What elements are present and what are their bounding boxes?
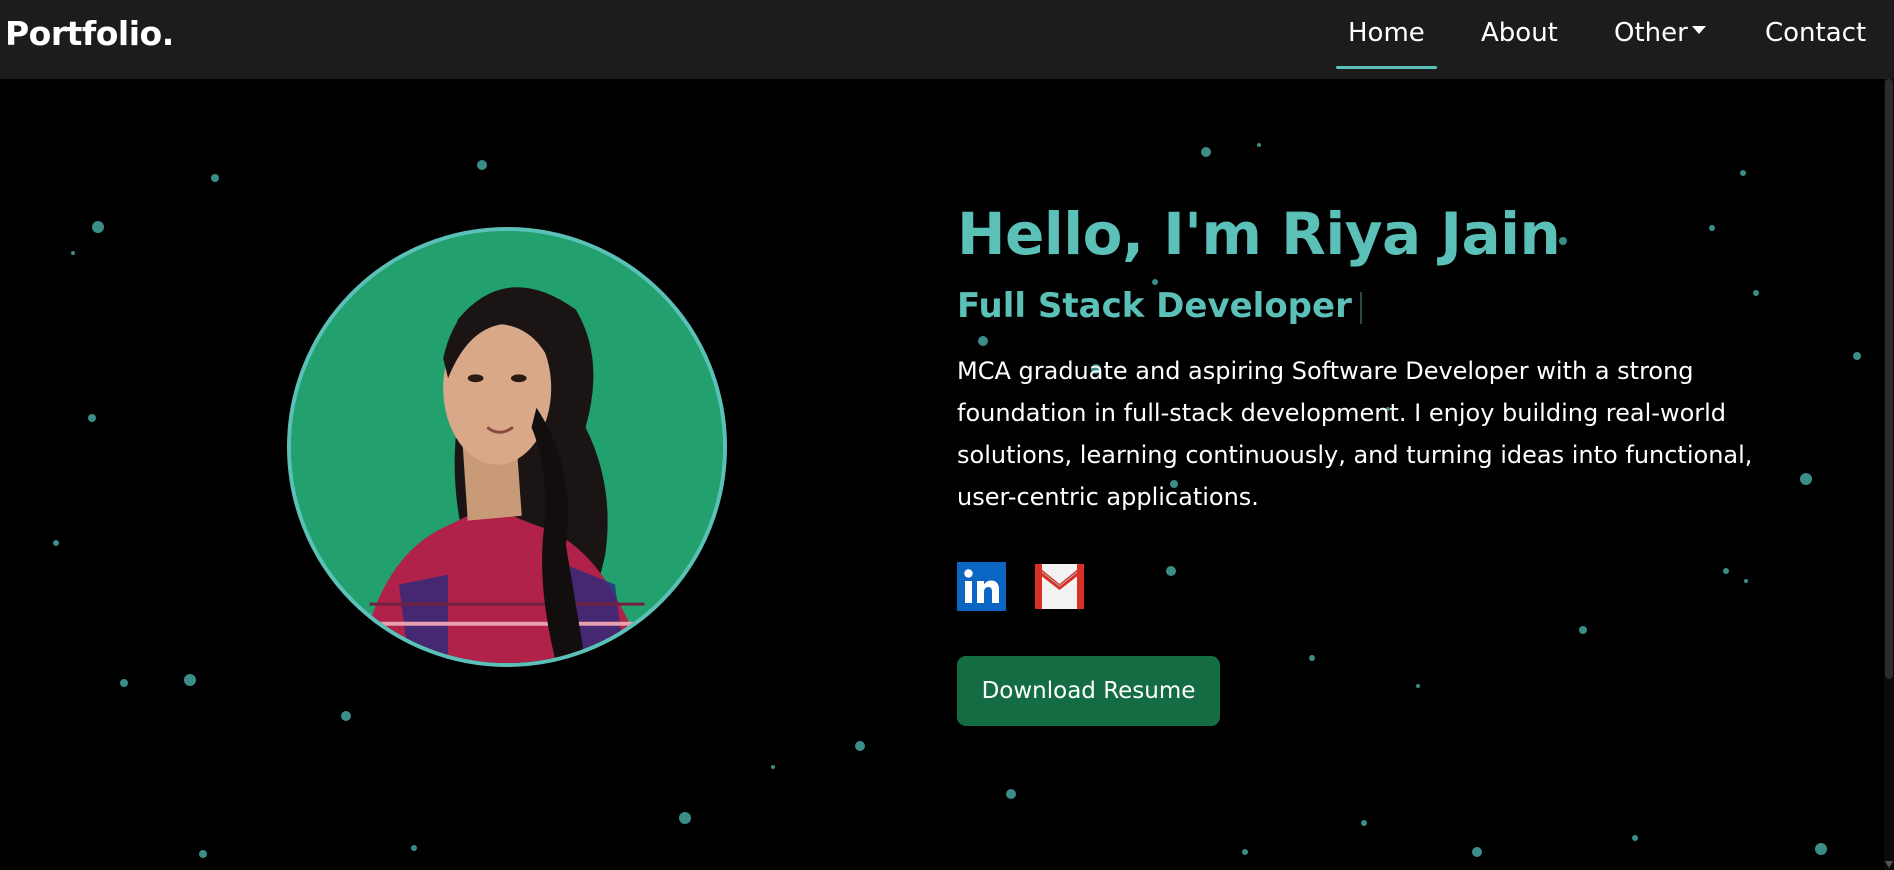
hero-bio: MCA graduate and aspiring Software Devel… <box>957 357 1753 511</box>
nav-about[interactable]: About <box>1481 18 1558 48</box>
hero-role-text: Full Stack Developer <box>957 286 1352 326</box>
particle-dot <box>411 845 417 851</box>
particle-dot <box>53 540 59 546</box>
particle-dot <box>1152 279 1158 285</box>
download-resume-button[interactable]: Download Resume <box>957 656 1220 726</box>
page-scrollbar[interactable] <box>1884 79 1894 870</box>
linkedin-link[interactable] <box>957 562 1006 611</box>
particle-dot <box>1201 147 1211 157</box>
particle-dot <box>771 765 775 769</box>
hero-role: Full Stack Developer <box>957 286 1362 326</box>
profile-avatar <box>287 227 727 667</box>
particle-dot <box>1632 835 1638 841</box>
particle-dot <box>1579 626 1587 634</box>
particle-dot <box>1815 843 1827 855</box>
particle-dot <box>1853 352 1861 360</box>
nav-home[interactable]: Home <box>1336 18 1437 69</box>
profile-photo <box>291 231 723 663</box>
particle-dot <box>88 414 96 422</box>
particle-dot <box>978 336 988 346</box>
particle-dot <box>855 741 865 751</box>
nav-other-label: Other <box>1614 18 1688 48</box>
particle-dot <box>1166 566 1176 576</box>
top-navbar: Portfolio. Home About Other Contact <box>0 0 1894 79</box>
particle-dot <box>71 251 75 255</box>
particle-dot <box>120 679 128 687</box>
particle-dot <box>1709 225 1715 231</box>
scrollbar-thumb[interactable] <box>1885 79 1893 679</box>
nav-contact[interactable]: Contact <box>1765 18 1866 48</box>
particle-dot <box>1723 568 1729 574</box>
linkedin-icon <box>957 562 1006 611</box>
particle-dot <box>1416 684 1420 688</box>
typing-cursor <box>1359 291 1362 324</box>
particle-dot <box>1740 170 1746 176</box>
particle-dot <box>199 850 207 858</box>
particle-dot <box>1744 579 1748 583</box>
particle-dot <box>1800 473 1812 485</box>
particle-dot <box>679 812 691 824</box>
gmail-link[interactable] <box>1035 562 1084 611</box>
particle-dot <box>1472 847 1482 857</box>
nav-other-dropdown[interactable]: Other <box>1614 18 1706 48</box>
particle-dot <box>1361 820 1367 826</box>
particle-dot <box>1257 143 1261 147</box>
particle-dot <box>92 221 104 233</box>
particle-dot <box>341 711 351 721</box>
hero-greeting: Hello, I'm Riya Jain <box>957 200 1561 268</box>
particle-dot <box>477 160 487 170</box>
particle-dot <box>184 674 196 686</box>
particle-dot <box>211 174 219 182</box>
scroll-down-arrow-icon[interactable] <box>1885 861 1893 868</box>
brand-logo[interactable]: Portfolio. <box>5 14 174 53</box>
particle-dot <box>1006 789 1016 799</box>
gmail-icon <box>1035 564 1084 609</box>
caret-down-icon <box>1691 25 1706 34</box>
particle-dot <box>1753 290 1759 296</box>
particle-dot <box>1309 655 1315 661</box>
particle-dot <box>1242 849 1248 855</box>
